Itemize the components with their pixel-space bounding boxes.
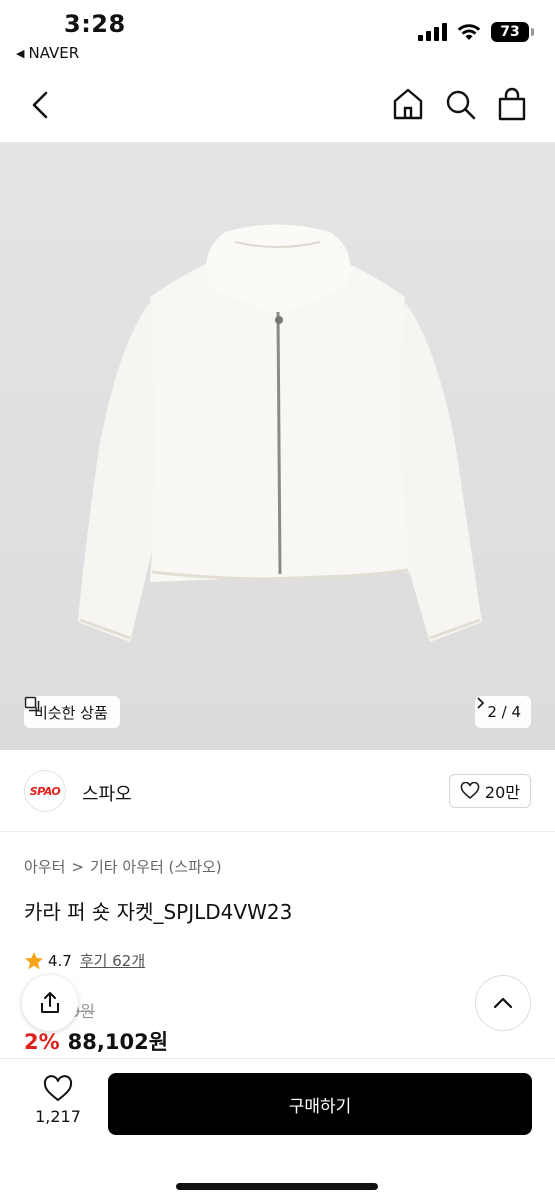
battery-icon: 73 <box>491 22 534 42</box>
image-pager[interactable]: 2 / 4 <box>475 696 531 728</box>
top-nav <box>0 70 555 140</box>
product-image[interactable]: 비슷한 상품 2 / 4 <box>0 142 555 750</box>
back-app-label: NAVER <box>28 44 80 62</box>
sale-price: 88,102원 <box>67 1030 169 1054</box>
status-bar: 3:28 ◀ NAVER 73 <box>0 0 555 70</box>
product-title: 카라 퍼 숏 자켓_SPJLD4VW23 <box>24 900 293 924</box>
share-button[interactable] <box>22 975 78 1031</box>
chevron-right-icon: > <box>71 857 84 876</box>
chevron-left-icon[interactable] <box>26 88 56 122</box>
bottom-purchase-bar: 1,217 구매하기 <box>0 1058 555 1200</box>
chevron-up-icon <box>493 997 513 1009</box>
breadcrumb-subcategory[interactable]: 기타 아우터 (스파오) <box>90 856 222 877</box>
shopping-bag-icon[interactable] <box>495 86 529 122</box>
wishlist-count: 1,217 <box>35 1107 81 1126</box>
chevron-right-icon <box>477 697 485 709</box>
breadcrumb: 아우터 > 기타 아우터 (스파오) <box>24 856 222 877</box>
pager-label: 2 / 4 <box>487 703 521 721</box>
wifi-icon <box>457 24 481 40</box>
buy-button[interactable]: 구매하기 <box>108 1073 532 1135</box>
star-icon <box>25 951 43 969</box>
heart-icon <box>43 1075 73 1102</box>
back-arrow-icon: ◀ <box>16 46 25 60</box>
brand-like-button[interactable]: 20만 <box>448 774 531 808</box>
brand-like-count: 20만 <box>484 783 520 802</box>
share-icon <box>41 992 59 1013</box>
brand-logo[interactable]: SPAO <box>24 770 66 812</box>
wishlist-button[interactable]: 1,217 <box>30 1075 86 1126</box>
breadcrumb-category[interactable]: 아우터 <box>24 856 65 877</box>
heart-icon <box>460 782 480 800</box>
battery-level: 73 <box>500 24 520 40</box>
brand-name[interactable]: 스파오 <box>82 780 132 806</box>
signal-icon <box>418 23 447 41</box>
scroll-top-button[interactable] <box>475 975 531 1031</box>
home-icon[interactable] <box>391 86 425 122</box>
brand-row: SPAO 스파오 20만 <box>0 750 555 832</box>
review-link[interactable]: 후기 62개 <box>80 950 145 971</box>
discount-rate: 2% <box>24 1030 60 1054</box>
status-time: 3:28 <box>64 10 126 38</box>
similar-products-button[interactable]: 비슷한 상품 <box>24 696 120 728</box>
similar-products-label: 비슷한 상품 <box>34 703 108 722</box>
jacket-illustration <box>78 224 482 642</box>
copy-icon <box>24 696 40 712</box>
status-indicators: 73 <box>418 22 534 42</box>
rating-value: 4.7 <box>48 951 72 970</box>
home-indicator <box>176 1183 378 1190</box>
brand-logo-text: SPAO <box>29 784 61 798</box>
back-to-app[interactable]: ◀ NAVER <box>16 44 79 62</box>
search-icon[interactable] <box>443 86 477 122</box>
product-rating: 4.7 후기 62개 <box>24 950 145 971</box>
